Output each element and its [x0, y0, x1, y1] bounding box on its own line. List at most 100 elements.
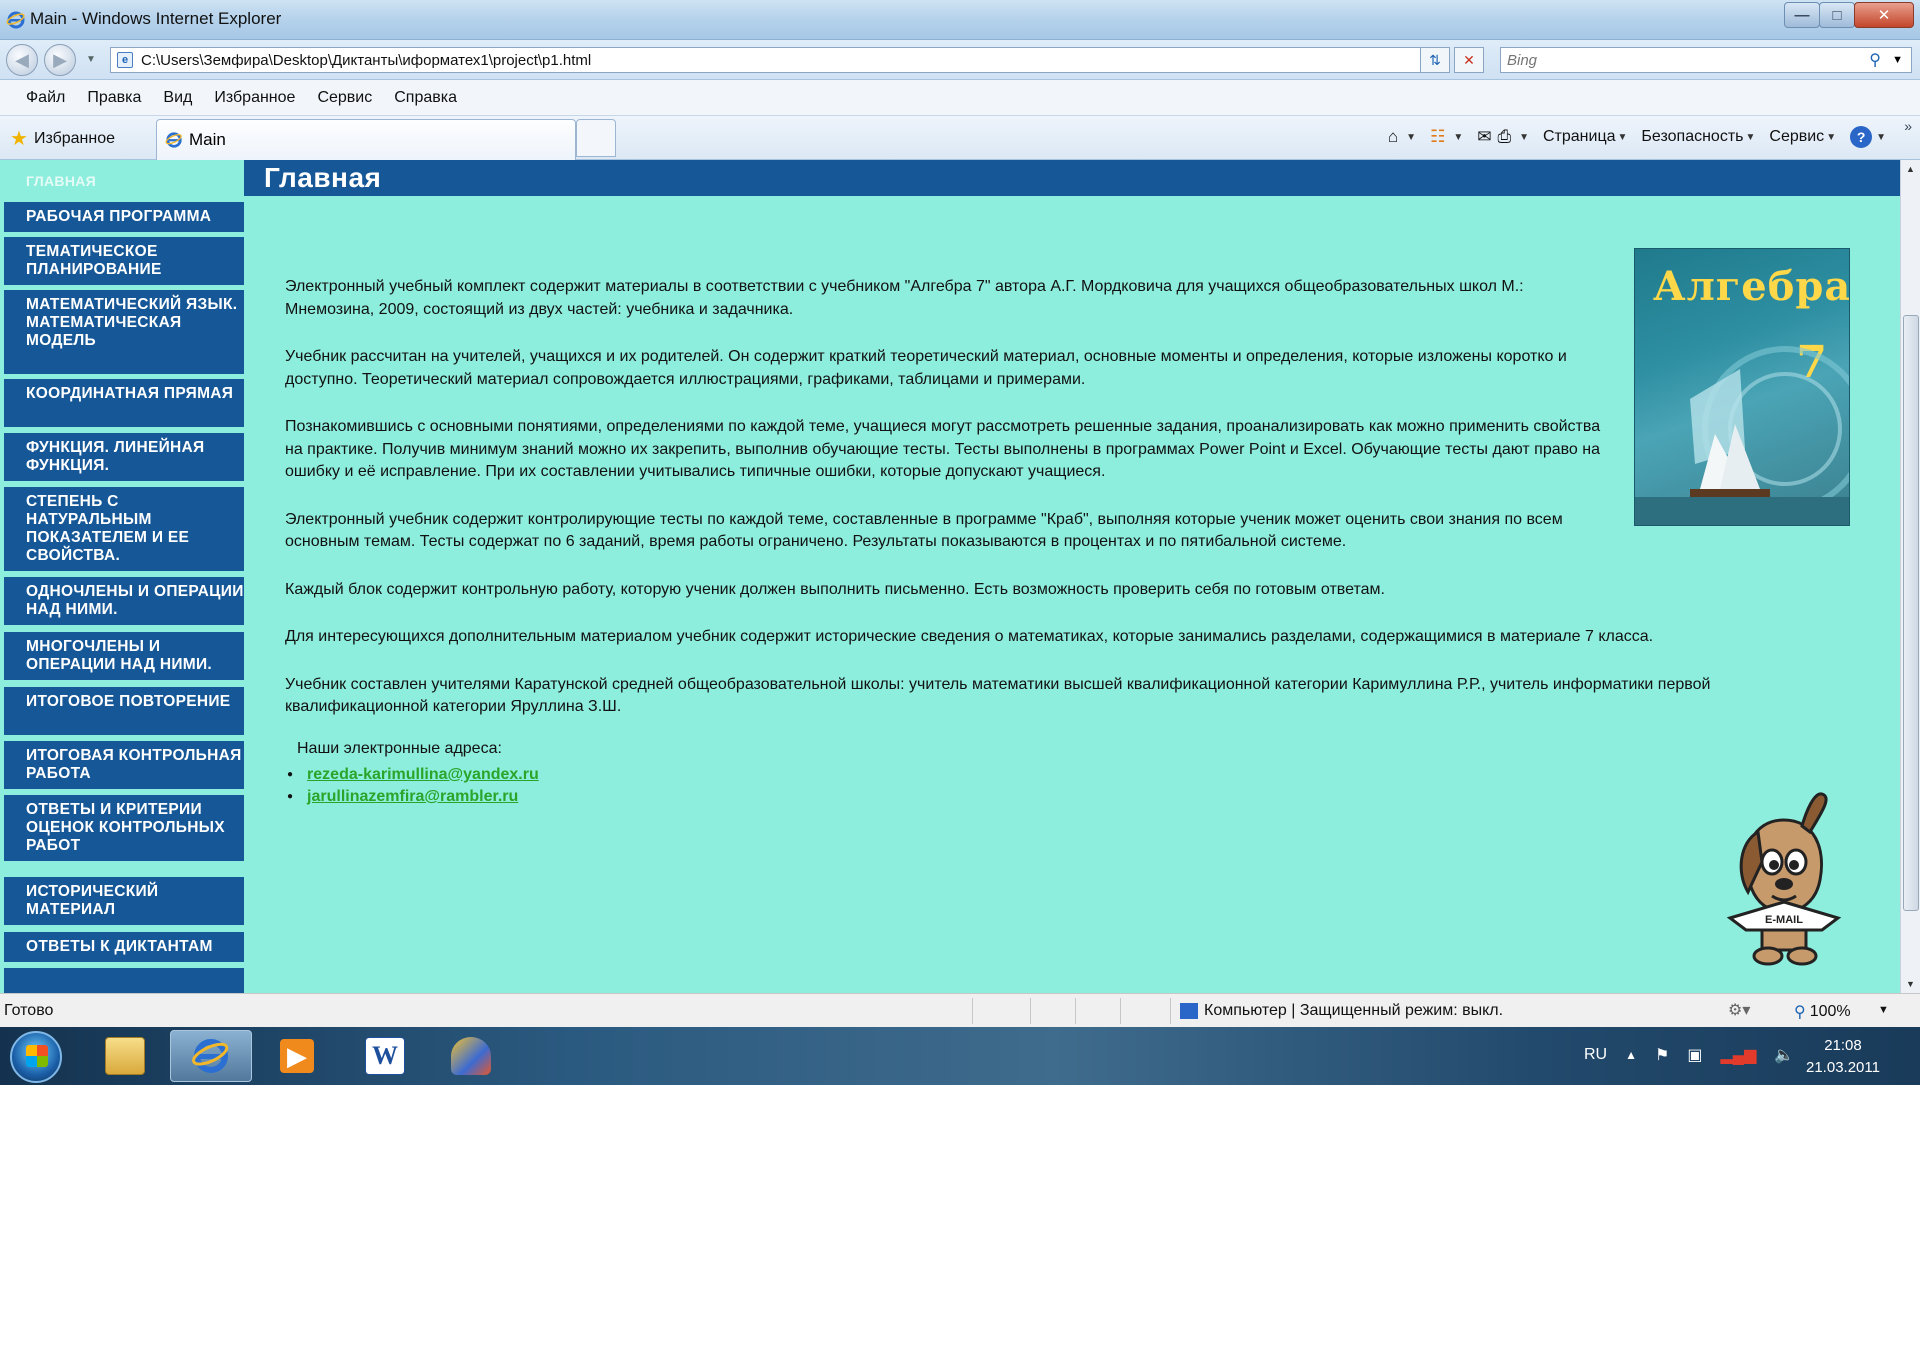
page-icon: e	[117, 52, 133, 68]
paragraph-intro: Электронный учебный комплект содержит ма…	[285, 278, 1524, 318]
paragraph-audience: Учебник рассчитан на учителей, учащихся …	[285, 348, 1567, 388]
nav-item-answers-criteria[interactable]: Ответы и критерии оценок контрольных раб…	[4, 795, 244, 861]
menu-file[interactable]: Файл	[26, 89, 65, 107]
home-icon[interactable]: ⌂	[1388, 127, 1398, 147]
favorites-bar: ★ Избранное Main ⌂ ▼ ☷ ▼ ✉ ⎙ ▼ Страница ▼ Бе…	[0, 116, 1920, 160]
nav-item-math-language[interactable]: Математический язык. Математическая моде…	[4, 290, 244, 374]
nav-item-natural-power[interactable]: Степень с натуральным показателем и ее с…	[4, 487, 244, 571]
stop-button[interactable]: ✕	[1454, 47, 1484, 73]
maximize-button[interactable]: □	[1819, 2, 1855, 28]
zoom-icon: ⚲	[1794, 1004, 1806, 1021]
nav-item-linear-function[interactable]: Функция. Линейная функция.	[4, 433, 244, 481]
window-title: Main - Windows Internet Explorer	[30, 9, 282, 28]
protected-mode-icon[interactable]: ⚙▾	[1728, 1000, 1750, 1020]
window-controls: — □ ✕	[1784, 2, 1914, 28]
close-button[interactable]: ✕	[1854, 2, 1914, 28]
security-zone[interactable]: Компьютер | Защищенный режим: выкл.	[1180, 1002, 1503, 1020]
nav-item-final-test[interactable]: Итоговая контрольная работа	[4, 741, 244, 789]
users-icon	[451, 1037, 491, 1075]
menu-help[interactable]: Справка	[394, 89, 457, 107]
clock-time: 21:08	[1824, 1037, 1862, 1054]
nav-item-dictation-answers[interactable]: Ответы к диктантам	[4, 932, 244, 962]
power-icon[interactable]: ▣	[1687, 1045, 1702, 1065]
nav-item-home[interactable]: Главная	[4, 166, 244, 190]
minimize-button[interactable]: —	[1784, 2, 1820, 28]
menu-tools[interactable]: Сервис	[317, 89, 372, 107]
mail-icon[interactable]: ✉	[1477, 127, 1491, 147]
feeds-dropdown[interactable]: ▼	[1453, 132, 1463, 143]
status-divider	[1120, 998, 1121, 1024]
taskbar-internet-explorer[interactable]	[170, 1030, 252, 1082]
feeds-icon[interactable]: ☷	[1430, 127, 1445, 147]
clock[interactable]: 21:08 21.03.2011	[1806, 1035, 1880, 1079]
new-tab-button[interactable]	[576, 119, 616, 157]
nav-item-monomials[interactable]: Одночлены и операции над ними.	[4, 577, 244, 625]
forward-arrow-icon: ▶	[53, 49, 67, 70]
menu-favorites[interactable]: Избранное	[214, 89, 295, 107]
nav-item-thematic-planning[interactable]: Тематическое планирование	[4, 237, 244, 285]
paragraph-authors: Учебник составлен учителями Каратунской …	[285, 675, 1711, 716]
network-icon[interactable]: ▂▄▆	[1720, 1045, 1756, 1065]
menu-bar: Файл Правка Вид Избранное Сервис Справка	[0, 80, 1920, 116]
page-header: Главная	[244, 160, 1900, 196]
search-input[interactable]	[1507, 51, 1827, 69]
book-sailboat-illustration	[1635, 346, 1849, 525]
vertical-scrollbar[interactable]: ▲ ▼	[1900, 160, 1920, 993]
zoom-control[interactable]: ⚲ 100%	[1794, 1002, 1851, 1022]
nav-item-coordinate-line[interactable]: Координатная прямая	[4, 379, 244, 427]
status-text: Готово	[4, 1002, 54, 1019]
print-icon[interactable]: ⎙	[1497, 127, 1511, 147]
taskbar-word[interactable]: W	[344, 1030, 426, 1082]
page-viewport: Главная Рабочая программа Тематическое п…	[0, 160, 1900, 993]
email-link-1[interactable]: rezeda-karimullina@yandex.ru	[307, 766, 539, 783]
nav-item-polynomials[interactable]: Многочлены и операции над ними.	[4, 632, 244, 680]
ie-tab-icon	[165, 132, 182, 148]
action-center-flag-icon[interactable]: ⚑	[1655, 1045, 1669, 1065]
show-hidden-icons[interactable]: ▲	[1625, 1048, 1637, 1062]
toolbar-overflow-icon[interactable]: »	[1904, 118, 1912, 134]
address-field[interactable]: e C:\Users\Земфира\Desktop\Диктанты\ифор…	[110, 47, 1450, 73]
menu-edit[interactable]: Правка	[87, 89, 141, 107]
page-menu-chevron-icon: ▼	[1617, 131, 1628, 143]
scroll-down-arrow-icon[interactable]: ▼	[1901, 975, 1920, 993]
recent-pages-dropdown[interactable]: ▼	[86, 54, 96, 65]
safety-menu[interactable]: Безопасность	[1641, 128, 1743, 146]
search-options-dropdown[interactable]: ▼	[1892, 54, 1903, 66]
sidebar-nav: Главная Рабочая программа Тематическое п…	[0, 160, 244, 993]
favorites-button[interactable]: ★ Избранное	[10, 126, 115, 151]
email-item: jarullinazemfira@rambler.ru	[287, 787, 539, 809]
help-dropdown[interactable]: ▼	[1876, 132, 1886, 143]
address-url[interactable]: C:\Users\Земфира\Desktop\Диктанты\иформа…	[141, 52, 591, 69]
email-link-2[interactable]: jarullinazemfira@rambler.ru	[307, 788, 518, 805]
taskbar-users-app[interactable]	[430, 1030, 512, 1082]
nav-item-final-review[interactable]: Итоговое повторение	[4, 687, 244, 735]
volume-icon[interactable]: 🔈	[1774, 1045, 1794, 1065]
tools-menu[interactable]: Сервис	[1769, 128, 1824, 146]
back-button[interactable]: ◀	[6, 44, 38, 76]
nav-item-work-program[interactable]: Рабочая программа	[4, 202, 244, 232]
compatibility-view-button[interactable]: ⇅	[1420, 47, 1450, 73]
page-menu[interactable]: Страница	[1543, 128, 1616, 146]
email-dog-mascot: E-MAIL	[1726, 792, 1842, 966]
tab-main[interactable]: Main	[156, 119, 576, 160]
status-divider	[972, 998, 973, 1024]
zoom-dropdown[interactable]: ▼	[1878, 1004, 1889, 1016]
command-bar: ⌂ ▼ ☷ ▼ ✉ ⎙ ▼ Страница ▼ Безопасность ▼ Серви…	[1388, 126, 1886, 148]
taskbar-explorer[interactable]	[84, 1030, 166, 1082]
menu-view[interactable]: Вид	[163, 89, 192, 107]
clock-date: 21.03.2011	[1806, 1059, 1880, 1076]
start-button[interactable]	[10, 1031, 62, 1083]
nav-item-historical[interactable]: Исторический материал	[4, 877, 244, 925]
status-bar: Готово Компьютер | Защищенный режим: вык…	[0, 993, 1920, 1027]
taskbar-media-player[interactable]: ▶	[256, 1030, 338, 1082]
search-icon[interactable]: ⚲	[1869, 50, 1881, 70]
system-tray: RU ▲ ⚑ ▣ ▂▄▆ 🔈	[1584, 1045, 1812, 1065]
home-dropdown[interactable]: ▼	[1406, 132, 1416, 143]
print-dropdown[interactable]: ▼	[1519, 132, 1529, 143]
forward-button[interactable]: ▶	[44, 44, 76, 76]
help-icon[interactable]: ?	[1850, 126, 1873, 148]
scroll-up-arrow-icon[interactable]: ▲	[1901, 160, 1920, 178]
scrollbar-thumb[interactable]	[1903, 315, 1919, 911]
language-indicator[interactable]: RU	[1584, 1046, 1607, 1064]
search-box[interactable]: ⚲ ▼	[1500, 47, 1912, 73]
